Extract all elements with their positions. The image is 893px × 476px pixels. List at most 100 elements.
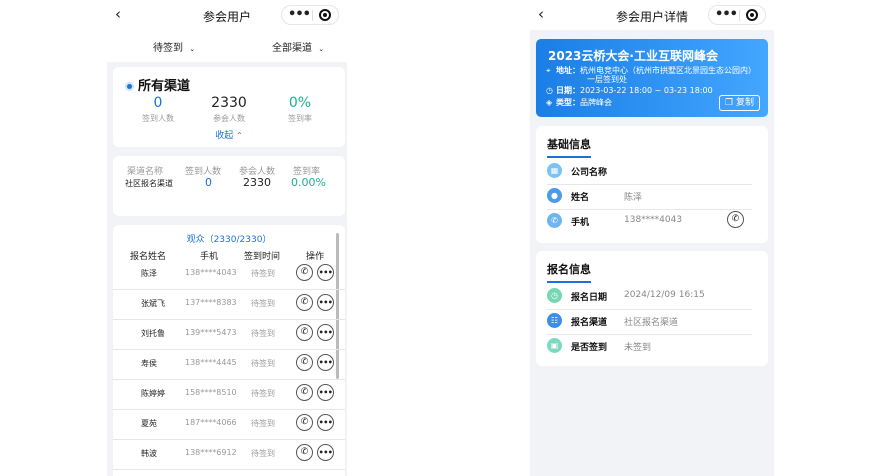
attendee-name: 陈婷婷 <box>141 389 165 398</box>
info-value: 138****4043 <box>624 215 683 225</box>
call-button[interactable]: ✆ <box>296 384 313 401</box>
more-button[interactable]: ••• <box>317 294 334 311</box>
stat-label: 签到率 <box>288 114 312 123</box>
date-label: 日期： <box>556 86 580 95</box>
attendee-list-screen: ‹ 参会用户 ••• 待签到 ⌄ 全部渠道 ⌄ 所有渠道 0 签到人数 2330… <box>107 0 347 476</box>
attendee-name: 张斌飞 <box>141 299 165 308</box>
filter-bar: 待签到 ⌄ 全部渠道 ⌄ <box>107 30 347 62</box>
more-button[interactable]: ••• <box>317 324 334 341</box>
info-value: 社区报名渠道 <box>624 318 679 328</box>
attendee-status: 待签到 <box>251 329 275 338</box>
bullet-icon <box>127 84 132 89</box>
more-button[interactable]: ••• <box>317 264 334 281</box>
phone-icon: ✆ <box>731 214 740 224</box>
user-icon: ● <box>547 188 562 203</box>
attendee-phone: 137****8383 <box>185 298 237 307</box>
attendee-phone: 138****4445 <box>185 358 237 367</box>
call-button[interactable]: ✆ <box>296 324 313 341</box>
grid-icon: ☷ <box>547 313 562 328</box>
more-button[interactable]: ••• <box>317 414 334 431</box>
phone-icon: ✆ <box>300 327 309 337</box>
table-row[interactable]: 刘托鲁 139****5473 待签到 ✆ ••• <box>113 319 345 350</box>
attendee-status: 待签到 <box>251 419 275 428</box>
more-dots-icon[interactable]: ••• <box>288 7 311 23</box>
table-row[interactable]: 寿侯 138****4445 待签到 ✆ ••• <box>113 349 345 380</box>
info-value: 2024/12/09 16:15 <box>624 290 705 300</box>
signup-info-card: 报名信息 ◷ 报名日期 2024/12/09 16:15 ☷ 报名渠道 社区报名… <box>536 251 768 366</box>
more-dots-icon: ••• <box>318 268 333 277</box>
call-button[interactable]: ✆ <box>727 211 744 228</box>
stat-value: 2330 <box>211 95 247 111</box>
phone-icon: ✆ <box>300 447 309 457</box>
attendee-phone: 187****4066 <box>185 418 237 427</box>
copy-label: 复制 <box>735 98 754 108</box>
address-line1: 杭州电竞中心（杭州市拱墅区北景园生态公园内） <box>580 66 756 75</box>
call-button[interactable]: ✆ <box>296 264 313 281</box>
attendee-status: 待签到 <box>251 359 275 368</box>
record-icon[interactable] <box>319 9 331 21</box>
info-key: 报名渠道 <box>571 318 608 328</box>
attendee-status: 待签到 <box>251 299 275 308</box>
call-button[interactable]: ✆ <box>296 414 313 431</box>
summary-title: 所有渠道 <box>127 75 190 94</box>
stat-value: 0% <box>288 95 312 111</box>
channel-header: 签到人数 <box>185 167 222 177</box>
phone-icon: ✆ <box>300 297 309 307</box>
call-button[interactable]: ✆ <box>296 354 313 371</box>
summary-title-text: 所有渠道 <box>138 79 191 94</box>
table-row[interactable]: 张斌飞 137****8383 待签到 ✆ ••• <box>113 289 345 320</box>
table-row[interactable]: 韩波 138****6912 待签到 ✆ ••• <box>113 439 345 470</box>
phone-icon: ✆ <box>547 213 562 228</box>
clock-icon: ◷ <box>546 86 553 95</box>
attendee-name: 韩波 <box>141 449 157 458</box>
channel-attendees: 2330 <box>243 176 271 189</box>
collapse-label: 收起 <box>215 131 234 141</box>
more-dots-icon[interactable]: ••• <box>715 7 738 23</box>
stat-label: 签到人数 <box>142 114 174 123</box>
channel-filter[interactable]: 全部渠道 ⌄ <box>272 39 324 54</box>
attendee-name: 夏苑 <box>141 419 157 428</box>
clipboard-icon: ▣ <box>547 338 562 353</box>
status-filter[interactable]: 待签到 ⌄ <box>153 39 195 54</box>
attendee-name: 刘托鲁 <box>141 329 165 338</box>
attendee-phone: 138****4043 <box>185 268 237 277</box>
attendee-status: 待签到 <box>251 389 275 398</box>
call-button[interactable]: ✆ <box>296 294 313 311</box>
stat-attendees: 2330 参会人数 <box>194 95 264 124</box>
more-dots-icon: ••• <box>318 418 333 427</box>
stat-checked-in: 0 签到人数 <box>123 95 193 124</box>
audience-title: 观众（2330/2330） <box>186 235 272 245</box>
chevron-down-icon: ⌄ <box>318 45 325 53</box>
more-button[interactable]: ••• <box>317 384 334 401</box>
more-button[interactable]: ••• <box>317 354 334 371</box>
stat-label: 参会人数 <box>213 114 245 123</box>
info-row-signup-date: ◷ 报名日期 2024/12/09 16:15 <box>547 283 752 310</box>
audience-card: 观众（2330/2330） 报名姓名 手机 签到时间 操作 陈泽 138****… <box>113 225 345 476</box>
table-row[interactable]: 陈婷婷 158****8510 待签到 ✆ ••• <box>113 379 345 410</box>
info-key: 是否签到 <box>571 343 608 353</box>
capsule-divider <box>312 10 313 21</box>
phone-icon: ✆ <box>300 417 309 427</box>
date-value: 2023-03-22 18:00 ~ 03-23 18:00 <box>580 86 713 95</box>
more-button[interactable]: ••• <box>317 444 334 461</box>
event-card: 2023云桥大会·工业互联网峰会 ⌖ 地址：杭州电竞中心（杭州市拱墅区北景园生态公… <box>536 39 768 117</box>
table-row[interactable]: 夏苑 187****4066 待签到 ✆ ••• <box>113 409 345 440</box>
copy-button[interactable]: ❐ 复制 <box>719 95 760 111</box>
call-button[interactable]: ✆ <box>296 444 313 461</box>
info-key: 报名日期 <box>571 293 608 303</box>
copy-icon: ❐ <box>725 98 734 108</box>
phone-icon: ✆ <box>300 357 309 367</box>
more-dots-icon: ••• <box>318 388 333 397</box>
event-date: ◷ 日期：2023-03-22 18:00 ~ 03-23 18:00 <box>546 86 713 96</box>
location-pin-icon: ⌖ <box>546 66 551 75</box>
tag-icon: ◈ <box>546 98 553 107</box>
chevron-down-icon: ⌄ <box>189 45 196 53</box>
info-key: 手机 <box>571 218 590 228</box>
channel-name: 社区报名渠道 <box>125 179 173 188</box>
table-row[interactable]: 陈泽 138****4043 待签到 ✆ ••• <box>113 259 345 290</box>
address-line2: 一层签到处 <box>587 75 627 84</box>
record-icon[interactable] <box>746 9 758 21</box>
collapse-button[interactable]: 收起 ⌃ <box>113 128 345 141</box>
more-dots-icon: ••• <box>318 328 333 337</box>
info-key: 姓名 <box>571 193 590 203</box>
